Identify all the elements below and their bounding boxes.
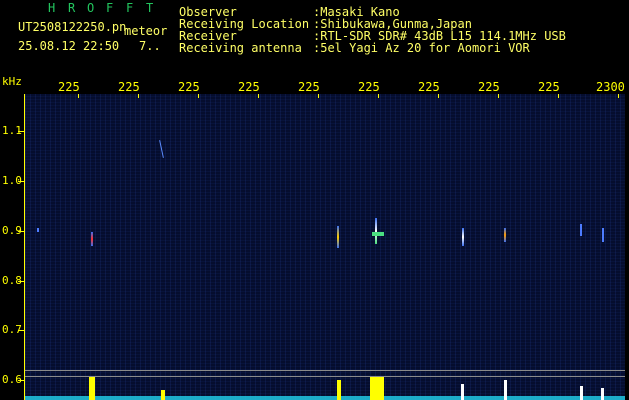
record-datetime: 25.08.12 22:50 [18, 39, 120, 53]
meteor-echo [337, 226, 339, 248]
detection-count: 7.. [139, 39, 161, 53]
time-tick-label: 225 [178, 80, 200, 94]
meteor-echo [159, 140, 164, 158]
reference-line [25, 376, 625, 377]
time-tick-mark [498, 94, 499, 98]
meteor-echo [372, 232, 384, 236]
power-profile [25, 370, 625, 400]
time-tick-label: 225 [58, 80, 80, 94]
time-tick-label: 225 [418, 80, 440, 94]
hrofft-window: H R O F F T UT2508122250.pn meteor 25.08… [0, 0, 629, 400]
time-tick-label: 225 [118, 80, 140, 94]
meteor-echo [375, 218, 377, 244]
time-tick-mark [438, 94, 439, 98]
power-peak [161, 390, 165, 400]
time-tick-label: 225 [478, 80, 500, 94]
meteor-echo [504, 228, 506, 242]
time-tick-label: 225 [358, 80, 380, 94]
time-tick-mark [78, 94, 79, 98]
time-tick-label: 2300 [596, 80, 625, 94]
meteor-echo [37, 228, 39, 232]
meteor-echo [580, 224, 582, 236]
time-tick-mark [258, 94, 259, 98]
spectrogram-plot [25, 94, 625, 400]
noise-floor-bar [25, 396, 625, 400]
app-title-letter: R [68, 1, 76, 15]
time-tick-label: 225 [238, 80, 260, 94]
power-peak [580, 386, 583, 400]
power-peak [337, 380, 341, 400]
app-title-letter: T [146, 1, 154, 15]
detection-type: meteor [124, 24, 168, 38]
freq-axis-line [24, 94, 25, 400]
power-peak [89, 376, 95, 400]
time-tick-mark [198, 94, 199, 98]
reference-line [25, 370, 625, 371]
frequency-unit-label: kHz [2, 75, 22, 88]
info-value-antenna: :5el Yagi Az 20 for Aomori VOR [313, 41, 530, 55]
file-name: UT2508122250.pn [18, 20, 127, 34]
time-tick-mark [378, 94, 379, 98]
power-peak [601, 388, 604, 400]
time-tick-mark [138, 94, 139, 98]
meteor-echo [462, 228, 464, 246]
time-tick-mark [618, 94, 619, 98]
time-tick-label: 225 [298, 80, 320, 94]
app-title-letter: O [87, 1, 95, 15]
time-tick-mark [558, 94, 559, 98]
app-title-letter: F [106, 1, 114, 15]
time-tick-mark [318, 94, 319, 98]
meteor-echo [91, 232, 93, 246]
app-title-letter: H [48, 1, 56, 15]
power-peak [504, 380, 507, 400]
app-title-letter: F [126, 1, 134, 15]
meteor-echo [602, 228, 604, 242]
info-label-antenna: Receiving antenna [179, 41, 302, 55]
power-peak [370, 376, 384, 400]
time-tick-label: 225 [538, 80, 560, 94]
power-peak [461, 384, 464, 400]
